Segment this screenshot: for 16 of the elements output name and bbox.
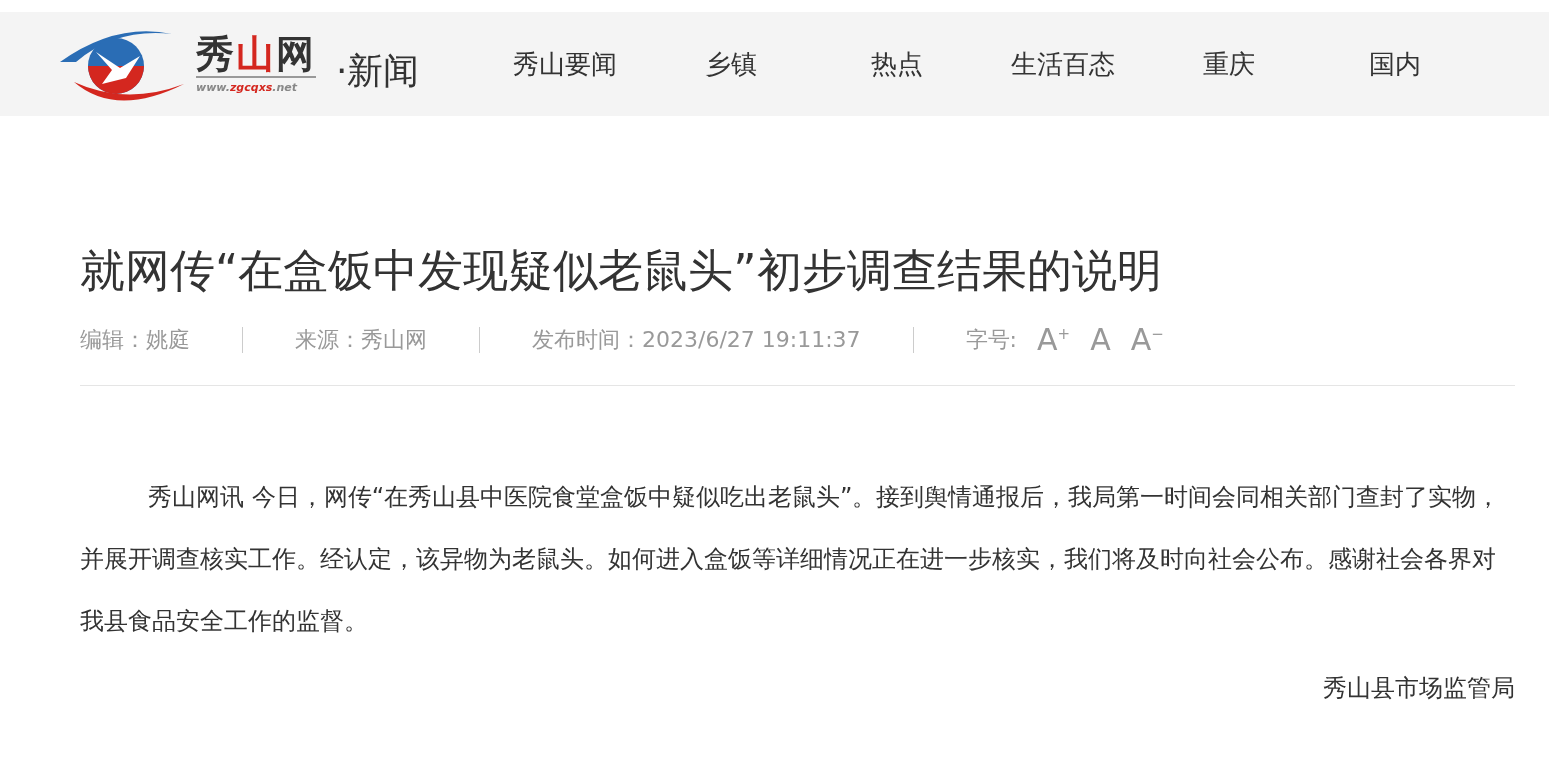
nav-link[interactable]: 生活百态 (987, 46, 1140, 82)
meta-text: 编辑：姚庭 (80, 326, 243, 353)
font-size-label: 字号: (965, 325, 1018, 354)
signature: 秀山县市场监管局 (1322, 673, 1515, 704)
nav-link[interactable]: 乡镇 (655, 46, 808, 82)
section-title: ·新闻 (336, 48, 420, 93)
meta-text: 发布时间：2023/6/27 19:11:37 (532, 326, 914, 353)
article-title: 就网传“在盒饭中发现疑似老鼠头”初步调查结果的说明 (80, 243, 1163, 299)
meta-text: 来源：秀山网 (295, 326, 480, 353)
logo-url: www.zgcqxs.net (196, 80, 299, 96)
nav-link[interactable]: 热点 (821, 46, 974, 82)
nav-link[interactable]: 秀山要闻 (489, 46, 642, 82)
nav-link[interactable]: 重庆 (1153, 46, 1306, 82)
article-paragraph: 秀山网讯 今日，网传“在秀山县中医院食堂盒饭中疑似吃出老鼠头”。接到舆情通报后，我局第一时间会同相关部门查封了实物，并展开调查核实工作。经认定，该异物为老鼠头。如何进入盒饭等详细情况正在进一步核实，我们将及时向社会公布。感谢社会各界对我县食品安全工作的监督。 (80, 482, 1502, 637)
logo-name: 秀山网 (196, 32, 316, 78)
nav-link[interactable]: 国内 (1319, 46, 1472, 82)
